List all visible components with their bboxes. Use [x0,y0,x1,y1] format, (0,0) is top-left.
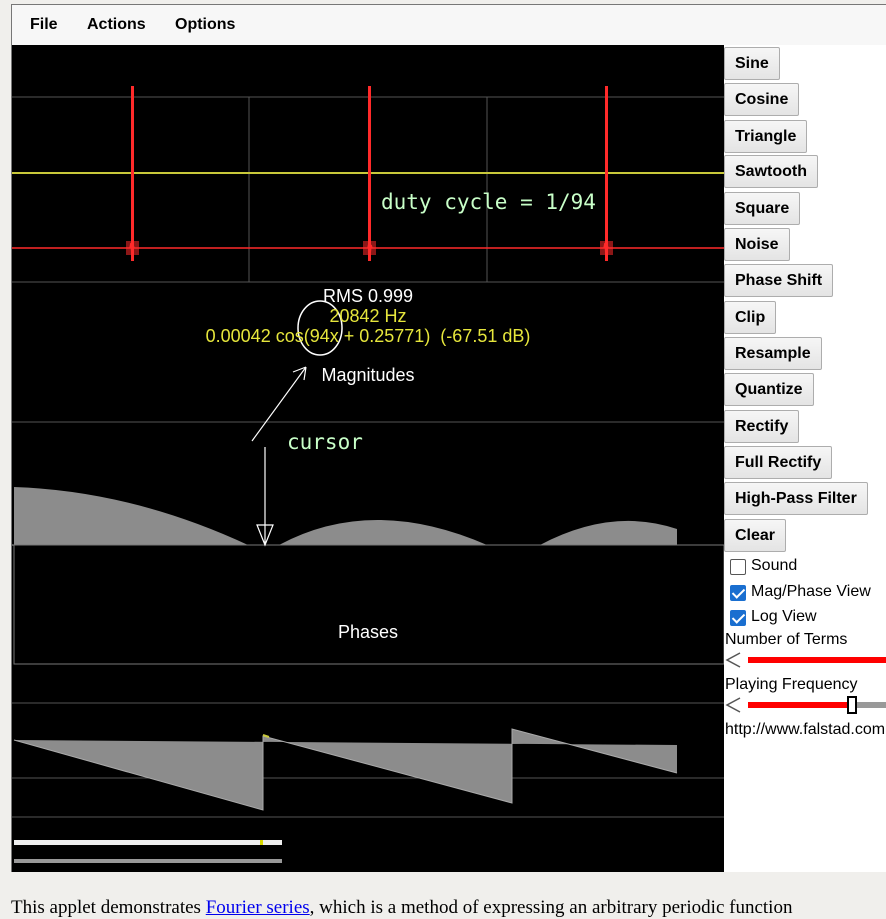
description-after: , which is a method of expressing an arb… [309,897,793,918]
full-rectify-button[interactable]: Full Rectify [724,446,833,479]
phase-shift-button[interactable]: Phase Shift [724,264,834,297]
clear-button[interactable]: Clear [724,519,787,552]
log-view-checkbox[interactable] [730,610,746,626]
menu-bar: File Actions Options [12,5,886,45]
number-of-terms-slider[interactable] [724,650,886,670]
playing-frequency-slider[interactable] [724,695,886,715]
number-of-terms-label: Number of Terms [725,631,848,648]
left-arrow-icon[interactable] [725,697,741,713]
terms-slider-track[interactable] [748,657,886,663]
rms-label: RMS 0.999 [323,286,413,306]
menu-actions[interactable]: Actions [87,16,146,34]
fourier-series-link[interactable]: Fourier series [206,897,310,918]
resample-button[interactable]: Resample [724,337,822,370]
duty-cycle-label: duty cycle = 1/94 [381,190,596,214]
waveform-svg: duty cycle = 1/94 RMS 0.999 20842 Hz 0.0… [12,86,724,863]
cosine-button[interactable]: Cosine [724,83,800,116]
freq-slider-thumb[interactable] [847,696,857,714]
mag-phase-view-checkbox[interactable] [730,585,746,601]
menu-file[interactable]: File [30,16,58,34]
clip-button[interactable]: Clip [724,301,777,334]
left-arrow-icon[interactable] [725,652,741,668]
frequency-label: 20842 Hz [329,306,406,326]
bottom-bar-2 [14,859,282,863]
freq-slider-filled[interactable] [748,702,848,708]
square-button[interactable]: Square [724,192,801,225]
phase-sawtooth [14,729,677,810]
waveform-canvas[interactable]: duty cycle = 1/94 RMS 0.999 20842 Hz 0.0… [12,45,724,872]
term-label: 0.00042 cos(94x + 0.25771) (-67.51 dB) [206,326,531,346]
noise-button[interactable]: Noise [724,228,790,261]
sound-checkbox[interactable] [730,559,746,575]
description-text: This applet demonstrates Fourier series,… [11,897,792,919]
rectify-button[interactable]: Rectify [724,410,800,443]
magnitudes-label: Magnitudes [321,365,414,385]
phases-label: Phases [338,622,398,642]
falstad-url[interactable]: http://www.falstad.com [725,721,885,739]
sound-label: Sound [751,557,798,574]
bottom-bar-1 [14,840,282,845]
mag-phase-view-label: Mag/Phase View [751,583,871,600]
menu-options[interactable]: Options [175,16,235,34]
description-before: This applet demonstrates [11,897,206,918]
cursor-arrow-down [256,447,274,547]
playing-frequency-label: Playing Frequency [725,676,858,693]
bottom-bar-marker [260,840,263,845]
sawtooth-button[interactable]: Sawtooth [724,155,818,188]
control-panel: Sine Cosine Triangle Sawtooth Square Noi… [724,45,886,872]
triangle-button[interactable]: Triangle [724,120,808,153]
phases-box [13,544,724,665]
log-view-label: Log View [751,608,817,625]
cursor-label: cursor [287,430,363,454]
magnitude-envelope [14,487,677,545]
quantize-button[interactable]: Quantize [724,373,814,406]
sine-button[interactable]: Sine [724,47,780,80]
high-pass-filter-button[interactable]: High-Pass Filter [724,482,868,515]
